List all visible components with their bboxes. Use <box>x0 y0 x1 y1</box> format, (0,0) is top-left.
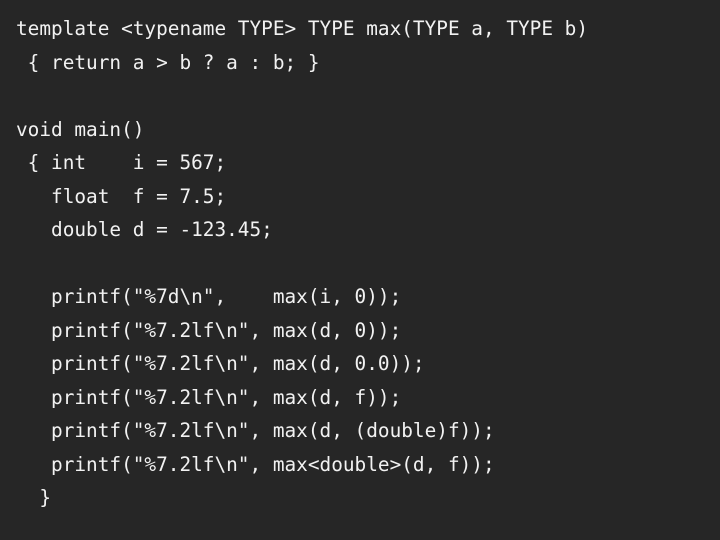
code-line-int-declaration: { int i = 567; <box>16 151 227 174</box>
code-line-printf-double-int: printf("%7.2lf\n", max(d, 0)); <box>16 318 402 342</box>
code-line-template-declaration: template <typename TYPE> TYPE max(TYPE a… <box>16 17 589 40</box>
code-line-closing-brace: } <box>16 486 52 509</box>
code-block: template <typename TYPE> TYPE max(TYPE a… <box>16 12 588 515</box>
code-line-double-declaration: double d = -123.45; <box>16 218 273 241</box>
code-line-printf-cast: printf("%7.2lf\n", max(d, (double)f)); <box>16 419 495 442</box>
code-line-main-signature: void main() <box>16 117 145 141</box>
code-line-float-declaration: float f = 7.5; <box>16 184 227 208</box>
code-line-template-body: { return a > b ? a : b; } <box>16 50 320 74</box>
code-line-printf-double-double: printf("%7.2lf\n", max(d, 0.0)); <box>16 352 425 375</box>
code-line-printf-explicit-template: printf("%7.2lf\n", max<double>(d, f)); <box>16 452 495 476</box>
code-line-printf-int: printf("%7d\n", max(i, 0)); <box>16 285 402 308</box>
code-line-printf-double-float: printf("%7.2lf\n", max(d, f)); <box>16 385 402 409</box>
